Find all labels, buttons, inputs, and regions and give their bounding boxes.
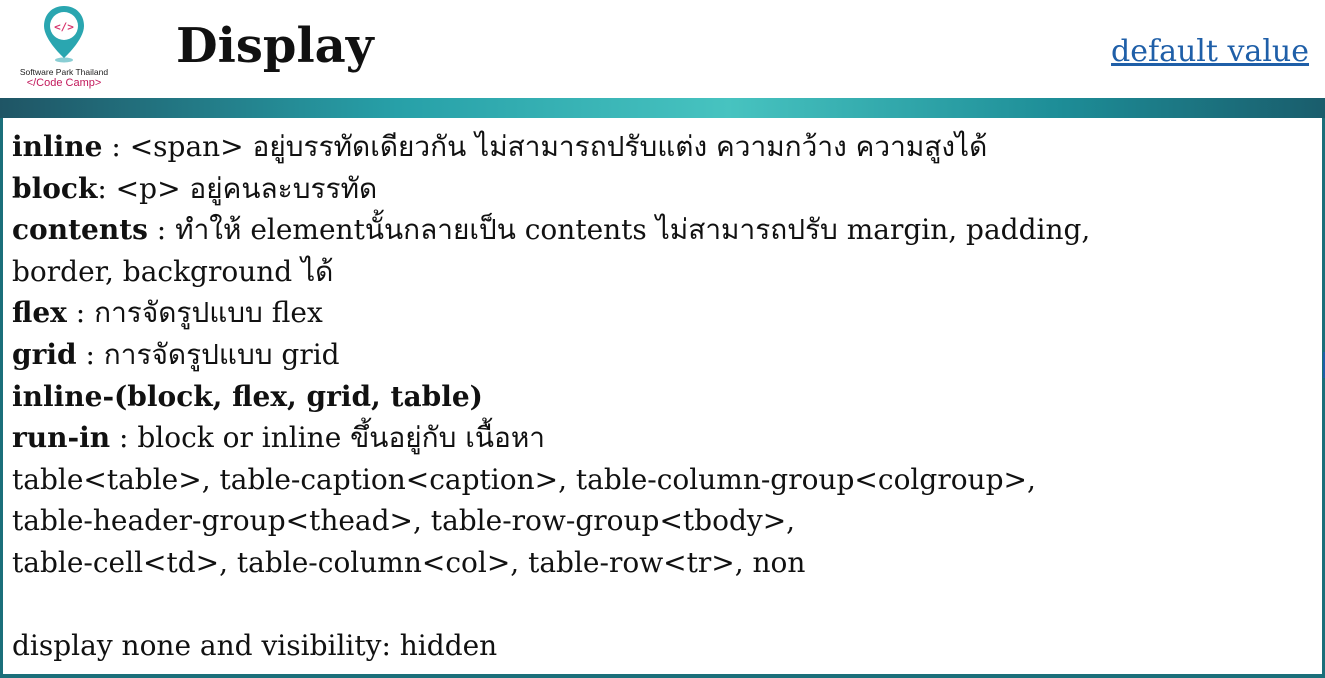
description: : การจัดรูปแบบ grid [76,337,340,371]
content-line-run-in: run-in : block or inline ขึ้นอยู่กับ เนื… [12,417,1312,459]
logo: </> Software Park Thailand </Code Camp> [14,4,114,94]
term: block [12,171,98,205]
page-title: Display [176,18,374,74]
term: flex [12,296,67,330]
default-value-link[interactable]: default value [1111,32,1309,72]
location-pin-code-icon: </> [44,6,84,63]
header-gradient-band [0,98,1325,118]
slide-header: </> Software Park Thailand </Code Camp> … [0,0,1325,98]
description: table<table>, table-caption<caption>, ta… [12,462,1036,496]
description: : block or inline ขึ้นอยู่กับ เนื้อหา [110,421,545,455]
content-line-block: block: <p> อยู่คนละบรรทัด [12,168,1312,210]
content-line-inline-variants: inline-(block, flex, grid, table) [12,376,1312,418]
description: border, background ได้ [12,254,334,288]
description: : <span> อยู่บรรทัดเดียวกัน ไม่สามารถปรั… [102,130,988,163]
content-line-grid: grid : การจัดรูปแบบ grid [12,334,1312,376]
content-line-table-1: table<table>, table-caption<caption>, ta… [12,459,1312,501]
description: : ทำให้ elementนั้นกลายเป็น contents ไม่… [147,213,1091,247]
description: table-header-group<thead>, table-row-gro… [12,504,796,538]
content-line-display-none: display none and visibility: hidden [12,625,1312,667]
logo-glyph: </> [54,21,74,34]
term: inline-(block, flex, grid, table) [12,379,483,413]
content-line-flex: flex : การจัดรูปแบบ flex [12,292,1312,334]
content-line-inline: inline : <span> อยู่บรรทัดเดียวกัน ไม่สา… [12,126,1312,168]
logo-brand: Software Park Thailand [19,67,109,77]
description: display none and visibility: hidden [12,629,498,663]
content-line-table-2: table-header-group<thead>, table-row-gro… [12,500,1312,542]
content-line-table-3: table-cell<td>, table-column<col>, table… [12,542,1312,584]
term: contents [12,213,148,247]
slide-content: inline : <span> อยู่บรรทัดเดียวกัน ไม่สา… [12,126,1312,667]
description: : การจัดรูปแบบ flex [66,296,323,330]
term: grid [12,337,77,371]
description: : <p> อยู่คนละบรรทัด [97,171,378,205]
logo-subtitle: </Code Camp> [26,77,102,89]
description: table-cell<td>, table-column<col>, table… [12,545,806,579]
term: run-in [12,421,111,455]
content-line-contents-cont: border, background ได้ [12,251,1312,293]
term: inline [12,130,103,163]
content-line-contents: contents : ทำให้ elementนั้นกลายเป็น con… [12,209,1312,251]
